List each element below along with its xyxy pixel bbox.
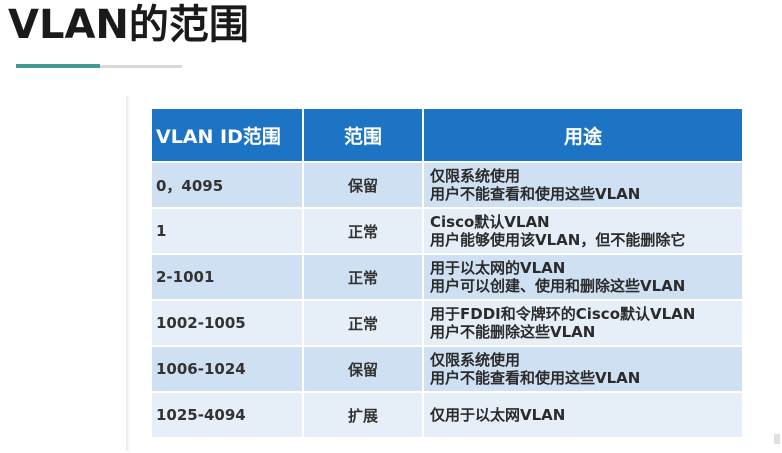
usage-line: 用户不能查看和使用这些VLAN [430, 369, 641, 387]
slide-edge-mark [774, 434, 780, 444]
table-row: 1 正常 Cisco默认VLAN 用户能够使用该VLAN，但不能删除它 [152, 209, 742, 253]
usage-cell: 仅限系统使用 用户不能查看和使用这些VLAN [424, 163, 742, 207]
slide-edge-shadow [126, 96, 130, 451]
usage-line: 用户不能查看和使用这些VLAN [430, 185, 641, 203]
range-cell: 1006-1024 [152, 347, 304, 391]
vlan-range-table: VLAN ID范围 范围 用途 0，4095 保留 仅限系统使用 用户不能查看和… [152, 107, 742, 439]
usage-cell: 仅限系统使用 用户不能查看和使用这些VLAN [424, 347, 742, 391]
usage-cell: Cisco默认VLAN 用户能够使用该VLAN，但不能删除它 [424, 209, 742, 253]
usage-line: 用户可以创建、使用和删除这些VLAN [430, 277, 686, 295]
header-usage: 用途 [424, 109, 742, 161]
range-cell: 2-1001 [152, 255, 304, 299]
page-title: VLAN的范围 [8, 2, 249, 48]
table-row: 1025-4094 扩展 仅用于以太网VLAN [152, 393, 742, 437]
header-scope: 范围 [304, 109, 424, 161]
usage-line: 仅限系统使用 [430, 167, 521, 185]
usage-cell: 仅用于以太网VLAN [424, 393, 742, 437]
scope-cell: 正常 [304, 209, 424, 253]
title-underline-accent [16, 64, 100, 68]
scope-cell: 保留 [304, 163, 424, 207]
usage-line: 仅用于以太网VLAN [430, 406, 566, 424]
scope-cell: 保留 [304, 347, 424, 391]
usage-cell: 用于FDDI和令牌环的Cisco默认VLAN 用户不能删除这些VLAN [424, 301, 742, 345]
table-row: 0，4095 保留 仅限系统使用 用户不能查看和使用这些VLAN [152, 163, 742, 207]
scope-cell: 正常 [304, 301, 424, 345]
header-vlan-id-range: VLAN ID范围 [152, 109, 304, 161]
usage-line: 用户不能删除这些VLAN [430, 323, 596, 341]
usage-line: 用户能够使用该VLAN，但不能删除它 [430, 231, 686, 249]
usage-line: Cisco默认VLAN [430, 213, 550, 231]
range-cell: 1025-4094 [152, 393, 304, 437]
range-cell: 1002-1005 [152, 301, 304, 345]
usage-line: 用于FDDI和令牌环的Cisco默认VLAN [430, 305, 696, 323]
usage-line: 用于以太网的VLAN [430, 259, 566, 277]
scope-cell: 正常 [304, 255, 424, 299]
range-cell: 0，4095 [152, 163, 304, 207]
vlan-range-table-container: VLAN ID范围 范围 用途 0，4095 保留 仅限系统使用 用户不能查看和… [152, 107, 742, 439]
table-row: 1002-1005 正常 用于FDDI和令牌环的Cisco默认VLAN 用户不能… [152, 301, 742, 345]
usage-line: 仅限系统使用 [430, 351, 521, 369]
table-header-row: VLAN ID范围 范围 用途 [152, 109, 742, 161]
table-row: 2-1001 正常 用于以太网的VLAN 用户可以创建、使用和删除这些VLAN [152, 255, 742, 299]
scope-cell: 扩展 [304, 393, 424, 437]
title-underline [100, 65, 182, 68]
range-cell: 1 [152, 209, 304, 253]
table-row: 1006-1024 保留 仅限系统使用 用户不能查看和使用这些VLAN [152, 347, 742, 391]
usage-cell: 用于以太网的VLAN 用户可以创建、使用和删除这些VLAN [424, 255, 742, 299]
